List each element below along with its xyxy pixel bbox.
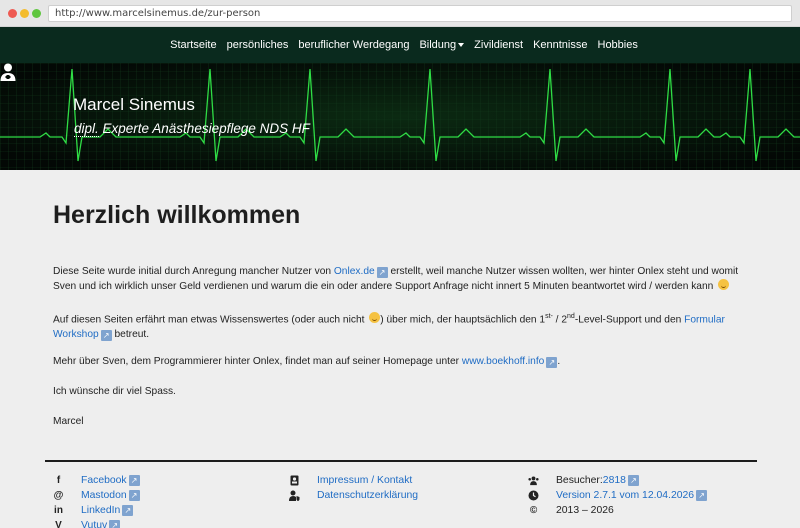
p3-text-a: Mehr über Sven, dem Programmierer hinter… <box>53 356 462 367</box>
subtitle-abbreviation[interactable]: dipl. <box>74 121 99 137</box>
chevron-down-icon <box>458 43 465 48</box>
p2-text-a: Auf diesen Seiten erfährt man etwas Wiss… <box>53 314 368 326</box>
grin-emoji-icon <box>718 279 730 290</box>
external-link-icon: ↗ <box>128 490 140 501</box>
p2-text-d: -Level-Support und den <box>574 314 685 326</box>
external-link-icon: ↗ <box>122 505 134 516</box>
nav-item-bildung-label: Bildung <box>419 39 457 51</box>
p1-text-a: Diese Seite wurde initial durch Anregung… <box>53 266 334 277</box>
nav-item-persoenliches[interactable]: persönliches <box>222 39 294 51</box>
mastodon-link[interactable]: Mastodon <box>81 488 127 503</box>
nav-item-zivildienst[interactable]: Zivildienst <box>469 39 528 51</box>
external-link-icon: ↗ <box>696 490 708 501</box>
visitors-count-link[interactable]: 2818 <box>603 473 626 488</box>
footer-legal-column: Impressum / Kontakt Datenschutzerklärung <box>289 473 418 503</box>
about-paragraph: Auf diesen Seiten erfährt man etwas Wiss… <box>53 309 753 342</box>
main-content: Herzlich willkommen Diese Seite wurde in… <box>0 170 800 528</box>
footer-datenschutz: Datenschutzerklärung <box>289 488 418 503</box>
p2-text-e: betreut. <box>111 329 150 341</box>
footer-mastodon: @ Mastodon ↗ <box>53 488 140 503</box>
user-md-icon <box>0 63 16 81</box>
ecg-background <box>0 63 800 170</box>
minimize-window-button[interactable] <box>20 9 29 18</box>
footer-impressum: Impressum / Kontakt <box>289 473 418 488</box>
intro-paragraph: Diese Seite wurde initial durch Anregung… <box>53 264 753 294</box>
p2-text-b: ) über mich, der hauptsächlich den 1 <box>380 314 546 326</box>
footer-linkedin: in LinkedIn ↗ <box>53 503 140 518</box>
external-link-icon: ↗ <box>546 357 558 368</box>
external-link-icon: ↗ <box>109 520 121 528</box>
facebook-icon: f <box>56 475 61 486</box>
browser-toolbar: http://www.marcelsinemus.de/zur-person <box>0 0 800 27</box>
onlex-link[interactable]: Onlex.de <box>334 266 375 277</box>
hero-banner: Marcel Sinemus dipl. Experte Anästhesiep… <box>0 63 800 170</box>
linkedin-link[interactable]: LinkedIn <box>81 503 120 518</box>
user-shield-icon <box>289 490 300 501</box>
maximize-window-button[interactable] <box>32 9 41 18</box>
sven-paragraph: Mehr über Sven, dem Programmierer hinter… <box>53 354 753 369</box>
nav-item-hobbies[interactable]: Hobbies <box>593 39 643 51</box>
vutuv-icon: V <box>55 520 62 528</box>
footer: f Facebook ↗ @ Mastodon ↗ in LinkedIn ↗ V Vutuv… <box>45 460 757 528</box>
mastodon-icon: @ <box>53 490 64 501</box>
footer-copyright: © 2013 – 2026 <box>528 503 707 518</box>
footer-vutuv: V Vutuv ↗ <box>53 518 140 528</box>
external-link-icon: ↗ <box>128 475 140 486</box>
vutuv-link[interactable]: Vutuv <box>81 518 107 528</box>
footer-social-column: f Facebook ↗ @ Mastodon ↗ in LinkedIn ↗ V Vutuv… <box>53 473 140 528</box>
footer-info-column: Besucher: 2818 ↗ Version 2.7.1 vom 12.04.… <box>528 473 708 518</box>
address-bar[interactable]: http://www.marcelsinemus.de/zur-person <box>48 5 792 22</box>
p3-text-b: . <box>557 356 561 367</box>
nav-item-bildung[interactable]: Bildung <box>414 39 469 51</box>
nav-item-startseite[interactable]: Startseite <box>165 39 221 51</box>
p2-text-c: / 2 <box>552 314 568 326</box>
nav-item-werdegang[interactable]: beruflicher Werdegang <box>293 39 414 51</box>
footer-facebook: f Facebook ↗ <box>53 473 140 488</box>
main-navigation: Startseite persönliches beruflicher Werd… <box>0 27 800 63</box>
external-link-icon: ↗ <box>100 330 112 342</box>
greeting-paragraph: Ich wünsche dir viel Spass. <box>53 386 176 397</box>
copyright-text: 2013 – 2026 <box>556 505 614 516</box>
linkedin-icon: in <box>54 505 63 516</box>
subtitle-text: Experte Anästhesiepflege NDS HF <box>98 121 310 136</box>
visitors-label: Besucher: <box>556 475 603 486</box>
nav-item-kenntnisse[interactable]: Kenntnisse <box>528 39 592 51</box>
external-link-icon: ↗ <box>627 475 639 486</box>
wink-emoji-icon <box>369 312 381 324</box>
signature-paragraph: Marcel <box>53 416 84 427</box>
impressum-link[interactable]: Impressum / Kontakt <box>317 473 412 488</box>
footer-version: Version 2.7.1 vom 12.04.2026 ↗ <box>528 488 708 503</box>
close-window-button[interactable] <box>8 9 17 18</box>
p2-sup-first: st- <box>545 313 553 320</box>
users-icon <box>528 476 539 486</box>
site-subtitle: dipl. Experte Anästhesiepflege NDS HF <box>74 121 310 137</box>
clock-icon <box>528 490 539 501</box>
version-link[interactable]: Version 2.7.1 vom 12.04.2026 <box>556 488 694 503</box>
footer-visitors: Besucher: 2818 ↗ <box>528 473 707 488</box>
datenschutz-link[interactable]: Datenschutzerklärung <box>317 488 418 503</box>
copyright-icon: © <box>529 505 538 516</box>
address-card-icon <box>290 475 299 486</box>
p2-sup-second: nd <box>567 313 575 320</box>
facebook-link[interactable]: Facebook <box>81 473 127 488</box>
external-link-icon: ↗ <box>376 267 388 278</box>
boekhoff-link[interactable]: www.boekhoff.info <box>462 356 545 367</box>
page-title: Herzlich willkommen <box>53 201 301 229</box>
site-title: Marcel Sinemus <box>73 95 195 114</box>
